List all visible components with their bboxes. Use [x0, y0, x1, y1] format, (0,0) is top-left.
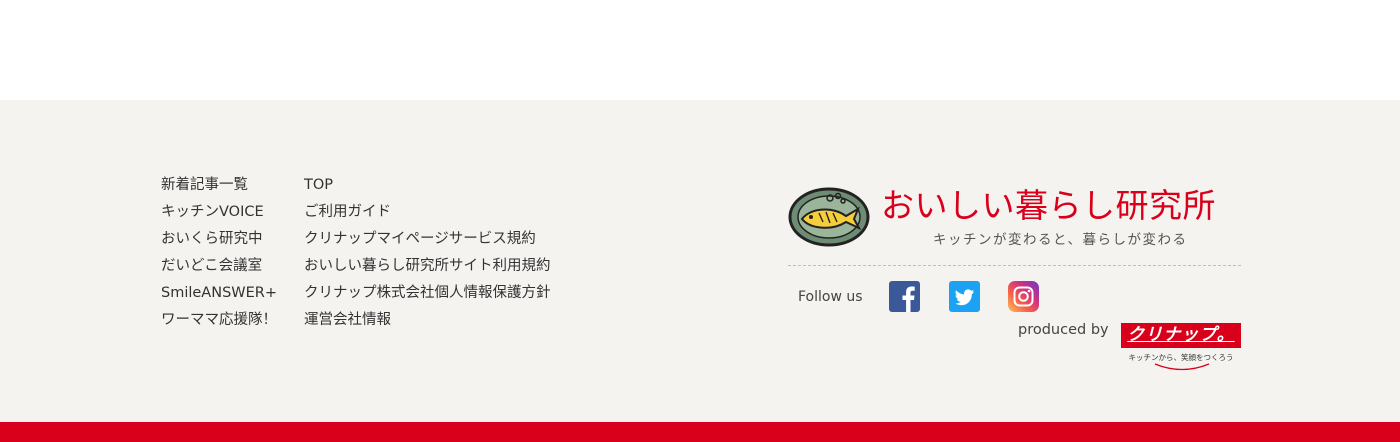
footer-nav-item[interactable]: 運営会社情報	[304, 311, 551, 338]
brand-tagline: キッチンが変わると、暮らしが変わる	[933, 232, 1188, 248]
produced-by-label: produced by	[1018, 322, 1109, 338]
footer-link-top[interactable]: TOP	[304, 177, 333, 193]
footer-nav-item[interactable]: クリナップマイページサービス規約	[304, 230, 551, 257]
footer-nav-item[interactable]: だいどこ会議室	[161, 257, 277, 284]
footer-link-mypage-terms[interactable]: クリナップマイページサービス規約	[304, 231, 536, 247]
follow-us-label: Follow us	[798, 289, 863, 305]
footer-link-smile-answer[interactable]: SmileANSWER+	[161, 285, 277, 301]
fish-plate-icon	[788, 187, 870, 247]
footer-link-new-articles[interactable]: 新着記事一覧	[161, 177, 248, 193]
instagram-link[interactable]	[1008, 281, 1039, 312]
footer-link-working-mama[interactable]: ワーママ応援隊！	[161, 312, 277, 328]
footer-link-price-research[interactable]: おいくら研究中	[161, 231, 263, 247]
footer-nav-item[interactable]: おいくら研究中	[161, 230, 277, 257]
footer-link-kitchen-voice[interactable]: キッチンVOICE	[161, 204, 264, 220]
smile-swoosh-icon	[1154, 363, 1210, 371]
footer-link-privacy-policy[interactable]: クリナップ株式会社個人情報保護方針	[304, 285, 551, 301]
footer-nav-item[interactable]: SmileANSWER+	[161, 284, 277, 311]
footer-nav-column-1: 新着記事一覧 キッチンVOICE おいくら研究中 だいどこ会議室 SmileAN…	[161, 176, 277, 338]
footer-nav-item[interactable]: ご利用ガイド	[304, 203, 551, 230]
footer-nav-item[interactable]: キッチンVOICE	[161, 203, 277, 230]
facebook-icon	[902, 286, 915, 312]
brand-title: おいしい暮らし研究所	[881, 186, 1216, 225]
page-top-blank	[0, 0, 1400, 100]
footer-divider	[788, 265, 1241, 266]
twitter-link[interactable]	[949, 281, 980, 312]
site-footer: 新着記事一覧 キッチンVOICE おいくら研究中 だいどこ会議室 SmileAN…	[0, 100, 1400, 422]
footer-nav-item[interactable]: ワーママ応援隊！	[161, 311, 277, 338]
facebook-link[interactable]	[889, 281, 920, 312]
footer-nav-item[interactable]: クリナップ株式会社個人情報保護方針	[304, 284, 551, 311]
footer-nav-item[interactable]: TOP	[304, 176, 551, 203]
footer-nav-item[interactable]: 新着記事一覧	[161, 176, 277, 203]
instagram-icon	[1008, 281, 1039, 312]
cleanup-logo-link[interactable]: クリナップ。	[1121, 323, 1241, 348]
twitter-icon	[955, 289, 974, 306]
brand-logo-link[interactable]: おいしい暮らし研究所 キッチンが変わると、暮らしが変わる	[788, 186, 1241, 248]
footer-nav-item[interactable]: おいしい暮らし研究所サイト利用規約	[304, 257, 551, 284]
footer-nav-column-2: TOP ご利用ガイド クリナップマイページサービス規約 おいしい暮らし研究所サイ…	[304, 176, 551, 338]
footer-link-guide[interactable]: ご利用ガイド	[304, 204, 391, 220]
footer-bottom-bar	[0, 422, 1400, 442]
footer-link-kitchen-meeting[interactable]: だいどこ会議室	[161, 258, 262, 274]
footer-link-company-info[interactable]: 運営会社情報	[304, 312, 391, 328]
footer-link-site-terms[interactable]: おいしい暮らし研究所サイト利用規約	[304, 258, 551, 274]
